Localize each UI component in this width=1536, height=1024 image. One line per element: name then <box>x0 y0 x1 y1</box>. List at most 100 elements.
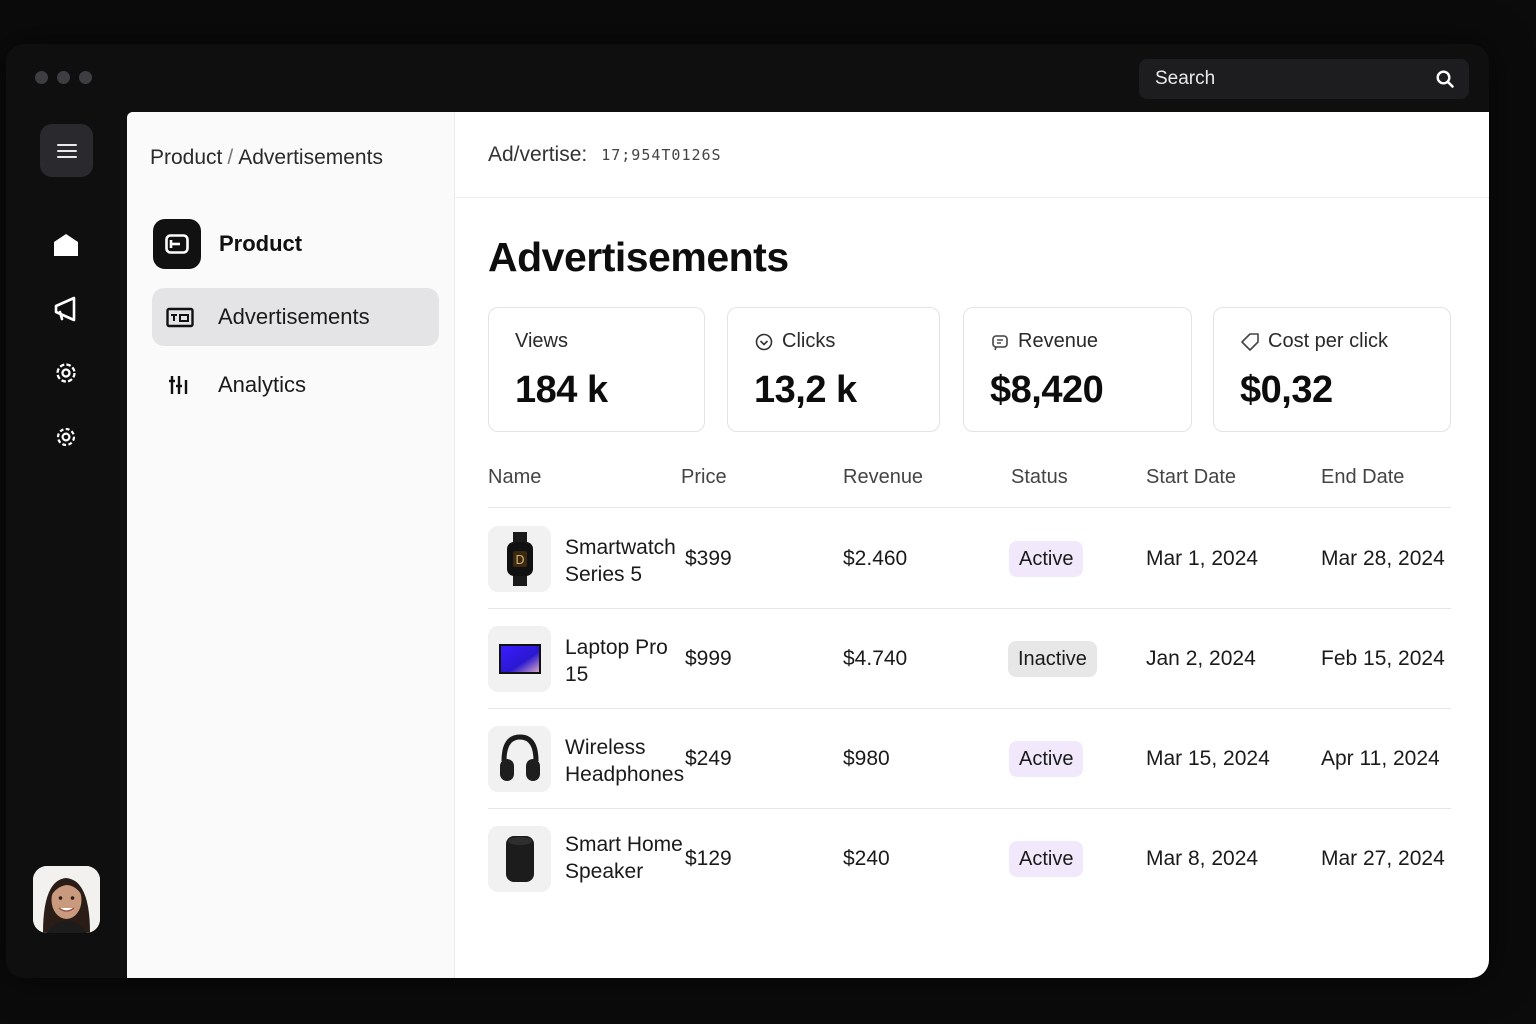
stat-label: Views <box>515 330 568 352</box>
page-title: Advertisements <box>488 234 789 280</box>
breadcrumb-current: Advertisements <box>238 146 383 169</box>
column-header-start-date[interactable]: Start Date <box>1146 466 1236 489</box>
product-revenue: $4.740 <box>843 647 908 670</box>
integrations-nav-button[interactable] <box>51 358 81 388</box>
status-badge: Active <box>1009 541 1084 577</box>
hamburger-icon <box>56 143 77 158</box>
minimize-dot[interactable] <box>57 71 70 84</box>
product-price: $249 <box>685 747 732 770</box>
home-icon <box>54 234 78 256</box>
tag-icon <box>1241 332 1259 351</box>
speaker-icon <box>505 836 534 882</box>
breadcrumb-parent[interactable]: Product <box>150 146 222 169</box>
breadcrumb-separator: / <box>227 146 234 169</box>
revenue-icon <box>992 334 1008 350</box>
product-name[interactable]: Smart Home Speaker <box>565 831 695 885</box>
settings-nav-button[interactable] <box>51 422 81 452</box>
svg-text:D: D <box>515 553 524 567</box>
nav-item-analytics[interactable]: Analytics <box>152 356 439 414</box>
product-header[interactable]: Product <box>153 219 302 269</box>
menu-button[interactable] <box>40 124 93 177</box>
icon-rail <box>6 112 127 978</box>
start-date: Jan 2, 2024 <box>1146 647 1256 670</box>
column-header-name[interactable]: Name <box>488 466 541 489</box>
column-header-status[interactable]: Status <box>1011 466 1068 489</box>
product-title: Product <box>219 231 303 256</box>
toolbar-code: 17;954T0126S <box>601 145 722 164</box>
home-nav-button[interactable] <box>51 230 81 260</box>
app-content: Product / Advertisements Product Advertise… <box>127 112 1489 978</box>
start-date: Mar 1, 2024 <box>1146 547 1259 570</box>
breadcrumb: Product / Advertisements <box>150 146 383 170</box>
stat-card-clicks: Clicks 13,2 k <box>727 307 940 432</box>
product-name[interactable]: Laptop Pro 15 <box>565 634 695 688</box>
stat-label: Revenue <box>1018 330 1099 352</box>
stat-label: Cost per click <box>1268 330 1389 352</box>
column-header-revenue[interactable]: Revenue <box>843 466 923 489</box>
table-row[interactable]: Smart Home Speaker $129 $240 Active Mar … <box>488 809 1451 939</box>
ad-icon <box>166 307 194 328</box>
end-date: Apr 11, 2024 <box>1321 747 1440 770</box>
gear-icon <box>56 427 76 447</box>
column-header-end-date[interactable]: End Date <box>1321 466 1404 489</box>
ads-nav-button[interactable] <box>51 294 81 324</box>
maximize-dot[interactable] <box>79 71 92 84</box>
product-logo-icon <box>153 219 201 269</box>
product-thumbnail: D <box>488 526 551 592</box>
check-circle-icon <box>755 333 773 350</box>
start-date: Mar 8, 2024 <box>1146 847 1259 870</box>
smartwatch-icon: D <box>506 532 533 586</box>
close-dot[interactable] <box>35 71 48 84</box>
product-thumbnail <box>488 726 551 792</box>
product-name[interactable]: Wireless Headphones <box>565 734 695 788</box>
nav-item-label: Analytics <box>218 372 307 397</box>
stat-label: Clicks <box>782 330 836 352</box>
table-row[interactable]: Laptop Pro 15 $999 $4.740 Inactive Jan 2… <box>488 609 1451 709</box>
status-badge: Active <box>1009 841 1084 877</box>
megaphone-icon <box>54 296 76 322</box>
product-price: $129 <box>685 847 732 870</box>
nav-item-advertisements[interactable]: Advertisements <box>152 288 439 346</box>
product-revenue: $980 <box>843 747 890 770</box>
table-row[interactable]: Wireless Headphones $249 $980 Active Mar… <box>488 709 1451 809</box>
stat-value: 184 k <box>515 369 608 411</box>
user-avatar[interactable] <box>33 866 100 933</box>
headphones-icon <box>499 734 540 781</box>
stat-value: $0,32 <box>1240 369 1333 411</box>
product-price: $999 <box>685 647 732 670</box>
end-date: Mar 28, 2024 <box>1321 547 1445 570</box>
stat-card-revenue: Revenue $8,420 <box>963 307 1192 432</box>
avatar-image <box>33 866 100 933</box>
product-revenue: $2.460 <box>843 547 908 570</box>
product-price: $399 <box>685 547 732 570</box>
cog-badge-icon <box>56 363 76 383</box>
status-badge: Active <box>1009 741 1084 777</box>
search-placeholder: Search <box>1155 68 1216 89</box>
stat-value: $8,420 <box>990 369 1104 411</box>
laptop-icon <box>498 644 541 674</box>
titlebar: Search <box>6 44 1489 112</box>
stat-card-cost-per-click: Cost per click $0,32 <box>1213 307 1451 432</box>
app-window: Search Product / Advertisements Product … <box>6 44 1489 978</box>
main-panel: Ad/vertise: 17;954T0126S Advertisements … <box>455 112 1489 978</box>
stat-value: 13,2 k <box>754 369 857 411</box>
main-toolbar: Ad/vertise: 17;954T0126S <box>455 112 1489 198</box>
table-header: Name Price Revenue Status Start Date End… <box>488 464 1451 508</box>
sliders-icon <box>169 376 188 394</box>
start-date: Mar 15, 2024 <box>1146 747 1270 770</box>
nav-item-label: Advertisements <box>218 304 370 329</box>
product-thumbnail <box>488 826 551 892</box>
status-badge: Inactive <box>1008 641 1097 677</box>
toolbar-label: Ad/vertise: <box>488 142 588 166</box>
end-date: Mar 27, 2024 <box>1321 847 1445 870</box>
column-header-price[interactable]: Price <box>681 466 727 489</box>
table-row[interactable]: D Smartwatch Series 5 $399 $2.460 Active… <box>488 509 1451 609</box>
product-thumbnail <box>488 626 551 692</box>
search-icon[interactable] <box>1435 69 1455 89</box>
sub-navigation: Product / Advertisements Product Advertise… <box>127 112 455 978</box>
window-controls <box>35 71 92 84</box>
product-name[interactable]: Smartwatch Series 5 <box>565 534 695 588</box>
end-date: Feb 15, 2024 <box>1321 647 1445 670</box>
search-input[interactable]: Search <box>1139 59 1469 99</box>
stat-card-views: Views 184 k <box>488 307 705 432</box>
